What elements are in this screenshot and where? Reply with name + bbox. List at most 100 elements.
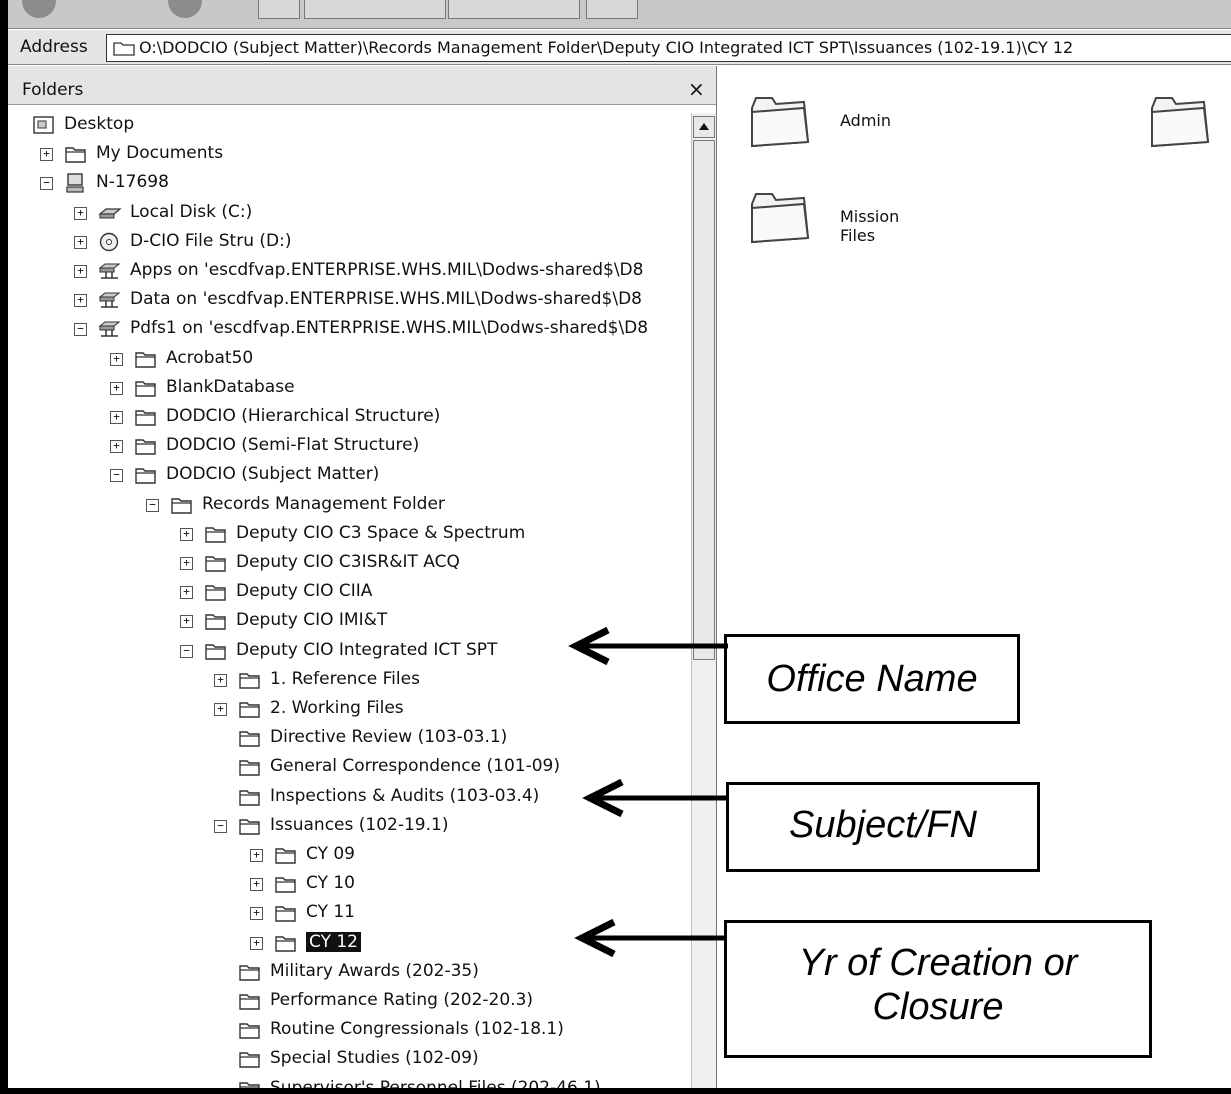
folder-label: Admin	[840, 111, 891, 130]
expand-icon[interactable]: +	[180, 586, 193, 600]
tree-item[interactable]: + CY 09	[8, 842, 688, 870]
tree-item[interactable]: Special Studies (102-09)	[8, 1046, 688, 1074]
tree-item[interactable]: + BlankDatabase	[8, 375, 688, 403]
tree-item[interactable]: + Deputy CIO C3 Space & Spectrum	[8, 521, 688, 549]
tree-item[interactable]: − N-17698	[8, 170, 688, 198]
forward-button[interactable]	[168, 0, 202, 18]
tree-item[interactable]: + Acrobat50	[8, 346, 688, 374]
folder-icon	[204, 640, 228, 666]
folder-icon	[204, 610, 228, 636]
collapse-icon[interactable]: −	[74, 323, 87, 337]
expand-icon[interactable]: +	[74, 235, 87, 249]
back-button[interactable]	[22, 0, 56, 18]
tree-item[interactable]: + Deputy CIO C3ISR&IT ACQ	[8, 550, 688, 578]
expand-icon[interactable]: +	[110, 352, 123, 366]
tree-item[interactable]: − Records Management Folder	[8, 492, 688, 520]
tree-item-label: CY 12	[306, 931, 361, 952]
network-drive-icon	[98, 260, 122, 286]
folder-item-partial[interactable]	[1146, 90, 1212, 158]
folder-icon	[274, 932, 298, 958]
tree-item-label: Inspections & Audits (103-03.4)	[270, 785, 540, 806]
tree-item-label: CY 10	[306, 873, 355, 894]
expand-icon[interactable]: +	[250, 907, 263, 921]
tree-item-label: 1. Reference Files	[270, 668, 420, 689]
expand-icon[interactable]: +	[180, 557, 193, 570]
tree-item[interactable]: + Local Disk (C:)	[8, 200, 688, 228]
tree-item-label: Performance Rating (202-20.3)	[270, 990, 534, 1010]
tree-item[interactable]: +2. Working Files	[8, 696, 688, 724]
tree-item[interactable]: Military Awards (202-35)	[8, 959, 688, 987]
expand-icon[interactable]: +	[214, 703, 227, 716]
expand-icon[interactable]: +	[40, 148, 53, 162]
folder-icon	[238, 961, 262, 987]
tree-item[interactable]: − DODCIO (Subject Matter)	[8, 462, 688, 490]
collapse-icon[interactable]: −	[146, 498, 159, 512]
tree-item-label: N-17698	[96, 172, 169, 193]
tree-item[interactable]: Performance Rating (202-20.3)	[8, 988, 688, 1016]
expand-icon[interactable]: +	[110, 381, 123, 395]
address-input[interactable]: O:\DODCIO (Subject Matter)\Records Manag…	[106, 34, 1231, 62]
folder-icon	[274, 902, 298, 928]
tree-item[interactable]: +1. Reference Files	[8, 667, 688, 695]
annotation-office-name: Office Name	[724, 634, 1020, 724]
folder-icon	[274, 844, 298, 870]
tree-item-label: Routine Congressionals (102-18.1)	[270, 1019, 564, 1040]
tree-item[interactable]: + Deputy CIO CIIA	[8, 579, 688, 607]
tree-item[interactable]: Desktop	[8, 112, 688, 140]
folder-label: Mission Files	[840, 207, 900, 245]
tree-item[interactable]: + CY 10	[8, 871, 688, 899]
expand-icon[interactable]: +	[110, 411, 123, 424]
tree-item-label: Apps on 'escdfvap.ENTERPRISE.WHS.MIL\Dod…	[130, 260, 644, 280]
tree-item[interactable]: + My Documents	[8, 141, 688, 169]
folders-button[interactable]	[448, 0, 580, 19]
annotation-year: Yr of Creation or Closure	[724, 920, 1152, 1058]
tree-item-label: General Correspondence (101-09)	[270, 756, 560, 777]
expand-icon[interactable]: +	[74, 206, 87, 220]
collapse-icon[interactable]: −	[180, 644, 193, 658]
arrow-left-icon	[568, 626, 728, 666]
views-button[interactable]	[586, 0, 638, 19]
tree-item-label: Pdfs1 on 'escdfvap.ENTERPRISE.WHS.MIL\Do…	[130, 318, 649, 339]
expand-icon[interactable]: +	[74, 265, 87, 278]
collapse-icon[interactable]: −	[110, 469, 123, 483]
tree-item[interactable]: + DODCIO (Hierarchical Structure)	[8, 404, 688, 432]
expand-icon[interactable]: +	[250, 849, 263, 862]
folder-icon	[134, 406, 158, 432]
close-icon[interactable]: ×	[688, 77, 705, 101]
tree-item[interactable]: + D-CIO File Stru (D:)	[8, 229, 688, 257]
collapse-icon[interactable]: −	[214, 819, 227, 833]
search-button[interactable]	[304, 0, 446, 19]
tree-item-label: Directive Review (103-03.1)	[270, 727, 508, 748]
expand-icon[interactable]: +	[214, 673, 227, 687]
tree-item[interactable]: − Pdfs1 on 'escdfvap.ENTERPRISE.WHS.MIL\D…	[8, 316, 688, 344]
desktop-icon	[32, 114, 56, 140]
expand-icon[interactable]: +	[250, 878, 263, 892]
expand-icon[interactable]: +	[180, 527, 193, 541]
scroll-thumb[interactable]	[693, 140, 715, 660]
folder-icon	[751, 193, 810, 244]
collapse-icon[interactable]: −	[40, 177, 53, 191]
tree-item-label: Supervisor's Personnel Files (202-46.1)	[270, 1077, 601, 1088]
up-button[interactable]	[258, 0, 300, 19]
tree-item[interactable]: + Apps on 'escdfvap.ENTERPRISE.WHS.MIL\Do…	[8, 258, 688, 286]
expand-icon[interactable]: +	[110, 440, 123, 454]
expand-icon[interactable]: +	[250, 936, 263, 950]
folders-pane-title: Folders	[22, 80, 84, 100]
tree-item[interactable]: Supervisor's Personnel Files (202-46.1)	[8, 1076, 688, 1088]
folder-icon	[238, 990, 262, 1016]
tree-item[interactable]: Directive Review (103-03.1)	[8, 725, 688, 753]
scroll-up-button[interactable]	[693, 116, 715, 138]
folder-item-mission-files[interactable]: Mission Files	[746, 186, 899, 254]
expand-icon[interactable]: +	[74, 294, 87, 308]
folder-icon	[170, 494, 194, 520]
drive-icon	[98, 202, 122, 228]
folder-icon	[1151, 97, 1210, 148]
tree-item-label: Data on 'escdfvap.ENTERPRISE.WHS.MIL\Dod…	[130, 289, 642, 310]
tree-item[interactable]: + Data on 'escdfvap.ENTERPRISE.WHS.MIL\Do…	[8, 287, 688, 315]
tree-item[interactable]: + DODCIO (Semi-Flat Structure)	[8, 433, 688, 461]
folder-icon	[238, 756, 262, 782]
folder-item-admin[interactable]: Admin	[746, 90, 891, 158]
tree-item[interactable]: Routine Congressionals (102-18.1)	[8, 1017, 688, 1045]
expand-icon[interactable]: +	[180, 615, 193, 629]
arrow-left-icon	[582, 778, 728, 818]
